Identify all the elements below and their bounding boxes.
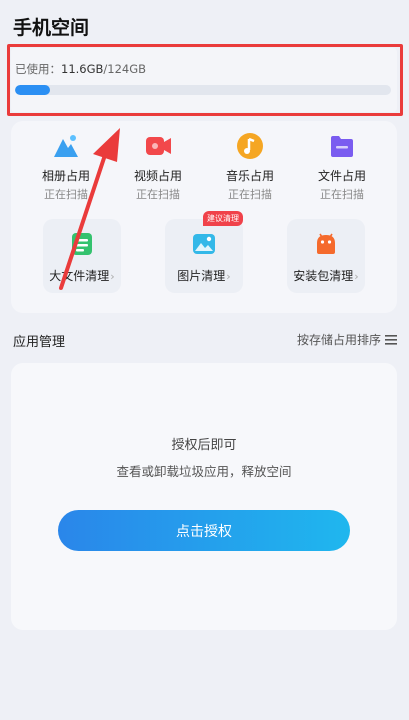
tool-picture-cleanup[interactable]: 建议清理 图片清理›: [165, 211, 243, 293]
picture-icon: [193, 234, 215, 254]
auth-title: 授权后即可: [171, 438, 237, 453]
storage-categories-card: 相册占用 正在扫描 视频占用 正在扫描 音乐占用 正在扫描 文件占用 正在扫描: [11, 121, 397, 313]
app-management-title: 应用管理: [13, 335, 66, 350]
category-photos[interactable]: 相册占用 正在扫描: [26, 131, 106, 202]
photo-album-icon: [54, 135, 78, 157]
category-status: 正在扫描: [44, 188, 88, 201]
category-status: 正在扫描: [320, 188, 364, 201]
tool-label: 图片清理›: [165, 267, 243, 284]
page-title: 手机空间: [13, 17, 90, 39]
storage-used-label: 已使用：: [15, 62, 61, 76]
tool-large-file-cleanup[interactable]: 大文件清理›: [43, 219, 121, 293]
category-status: 正在扫描: [228, 188, 272, 201]
tool-label-text: 图片清理: [177, 269, 226, 283]
storage-progress-fill: [15, 85, 51, 95]
music-icon: [237, 133, 263, 159]
tool-label: 大文件清理›: [43, 267, 121, 284]
sort-label: 按存储占用排序: [296, 333, 381, 347]
auth-description: 查看或卸载垃圾应用，释放空间: [116, 464, 292, 479]
folder-icon: [331, 136, 353, 157]
sort-list-icon: [385, 334, 397, 345]
storage-usage-card[interactable]: 已使用：11.6GB/124GB: [11, 48, 397, 112]
android-package-icon: [317, 233, 335, 254]
tool-label: 安装包清理›: [287, 267, 365, 284]
category-label: 视频占用: [133, 169, 182, 183]
category-status: 正在扫描: [136, 188, 180, 201]
category-files[interactable]: 文件占用 正在扫描: [302, 131, 382, 202]
chevron-right-icon: ›: [110, 270, 115, 283]
storage-used-value: 11.6GB: [61, 62, 104, 76]
sort-by-storage-button[interactable]: 按存储占用排序: [297, 331, 397, 348]
storage-total-value: /124GB: [103, 62, 147, 76]
video-icon: [146, 137, 171, 155]
category-label: 文件占用: [317, 169, 366, 183]
category-music[interactable]: 音乐占用 正在扫描: [210, 131, 290, 202]
category-videos[interactable]: 视频占用 正在扫描: [118, 131, 198, 202]
tool-package-cleanup[interactable]: 安装包清理›: [287, 219, 365, 293]
tool-label-text: 安装包清理: [293, 269, 354, 283]
storage-usage-text: 已使用：11.6GB/124GB: [15, 61, 146, 77]
recommend-cleanup-badge: 建议清理: [203, 211, 243, 226]
authorize-button[interactable]: 点击授权: [58, 510, 350, 551]
storage-progress-bar: [15, 85, 391, 95]
category-label: 音乐占用: [225, 169, 274, 183]
chevron-right-icon: ›: [226, 270, 231, 283]
tool-label-text: 大文件清理: [49, 269, 110, 283]
large-file-icon: [72, 233, 92, 255]
authorization-card: 授权后即可 查看或卸载垃圾应用，释放空间 点击授权: [11, 363, 397, 630]
chevron-right-icon: ›: [354, 270, 359, 283]
category-label: 相册占用: [41, 169, 90, 183]
